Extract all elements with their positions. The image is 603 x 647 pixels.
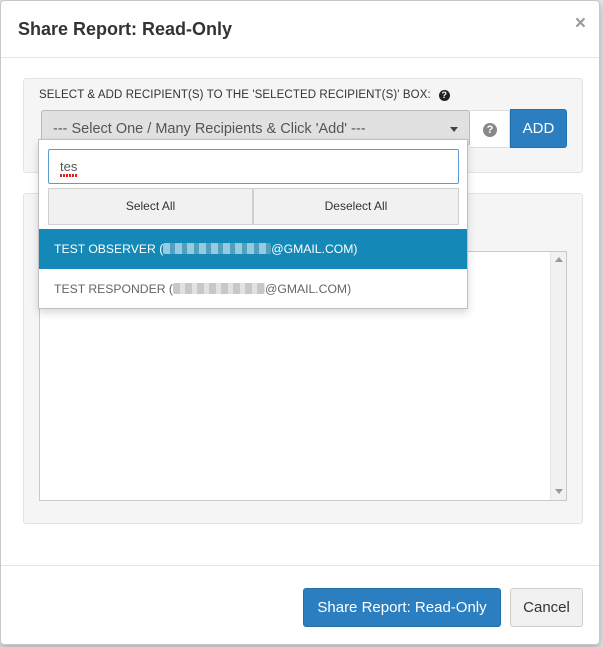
recipient-dropdown-menu: Select All Deselect All TEST OBSERVER ( @…	[38, 139, 468, 309]
recipient-option-observer[interactable]: TEST OBSERVER ( @GMAIL.COM)	[39, 229, 467, 269]
modal-title: Share Report: Read-Only	[18, 19, 233, 39]
select-actions: Select All Deselect All	[48, 188, 459, 225]
modal-footer: Share Report: Read-Only Cancel	[1, 565, 599, 645]
option-email-domain: @GMAIL.COM)	[271, 242, 358, 256]
close-icon[interactable]: ×	[575, 14, 586, 33]
chevron-down-icon	[450, 127, 458, 132]
instruction-text: SELECT & ADD RECIPIENT(S) TO THE 'SELECT…	[39, 89, 431, 101]
cancel-button[interactable]: Cancel	[510, 588, 583, 627]
redacted-email	[172, 283, 265, 294]
info-icon: ?	[438, 90, 450, 101]
listbox-scrollbar[interactable]	[550, 252, 566, 500]
option-email-domain: @GMAIL.COM)	[264, 282, 352, 296]
help-icon[interactable]: ?	[483, 123, 497, 137]
help-addon: ?	[470, 110, 510, 148]
select-all-button[interactable]: Select All	[48, 188, 253, 225]
spellcheck-underline	[60, 174, 77, 177]
instruction-label: SELECT & ADD RECIPIENT(S) TO THE 'SELECT…	[39, 89, 450, 101]
scroll-down-icon[interactable]	[555, 489, 563, 494]
option-name: TEST OBSERVER (	[54, 242, 164, 256]
scroll-up-icon[interactable]	[555, 257, 563, 262]
add-button[interactable]: ADD	[510, 109, 567, 148]
deselect-all-button[interactable]: Deselect All	[253, 188, 459, 225]
recipient-search-input[interactable]	[48, 149, 459, 184]
redacted-email	[163, 243, 272, 254]
recipient-option-responder[interactable]: TEST RESPONDER ( @GMAIL.COM)	[39, 269, 467, 309]
modal-header: Share Report: Read-Only ×	[1, 1, 599, 58]
multiselect-placeholder: --- Select One / Many Recipients & Click…	[53, 121, 366, 137]
share-report-modal: Share Report: Read-Only × SELECT & ADD R…	[0, 0, 600, 645]
option-name: TEST RESPONDER (	[54, 282, 173, 296]
share-report-button[interactable]: Share Report: Read-Only	[303, 588, 501, 627]
